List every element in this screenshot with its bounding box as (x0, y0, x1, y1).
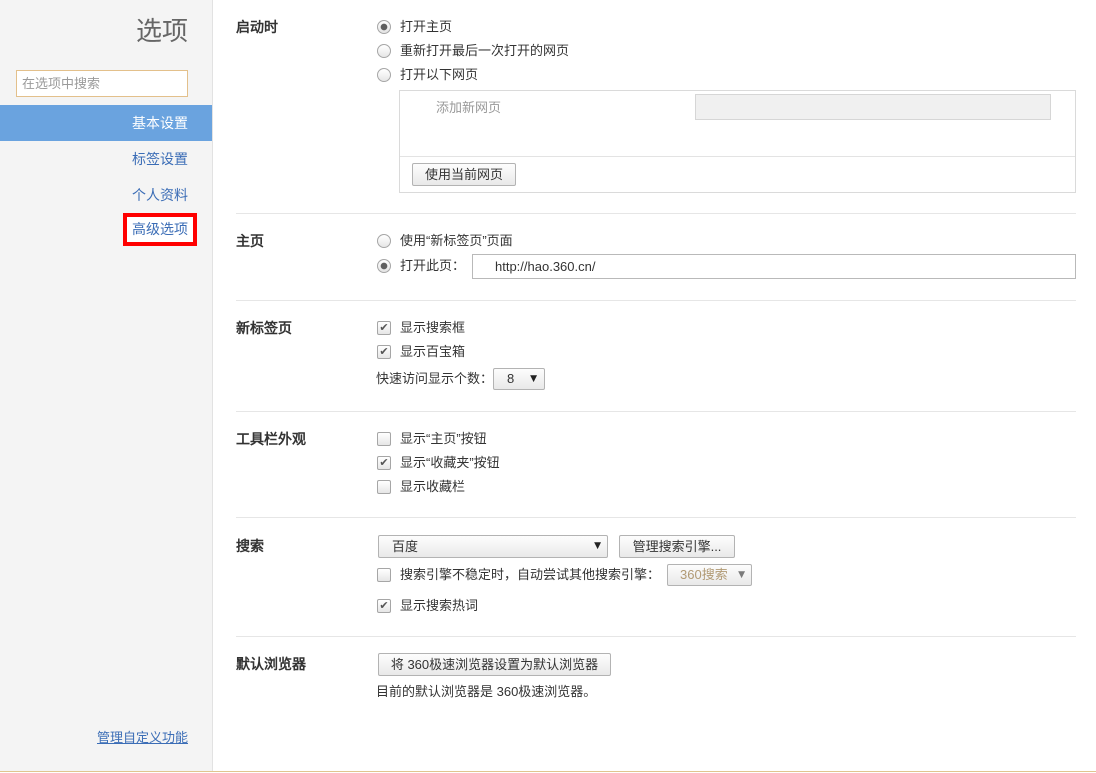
set-default-browser-button[interactable]: 将 360极速浏览器设置为默认浏览器 (378, 653, 611, 676)
startup-pages-box: 添加新网页 使用当前网页 (399, 90, 1076, 193)
section-divider (236, 213, 1076, 214)
section-divider (236, 411, 1076, 412)
section-label-default-browser: 默认浏览器 (236, 656, 306, 672)
homepage-new-tab-radio[interactable] (377, 234, 391, 248)
checkbox-control: ✔ (377, 321, 391, 335)
startup-restore-radio[interactable] (377, 44, 391, 58)
manage-custom-features-link[interactable]: 管理自定义功能 (97, 729, 188, 747)
checkbox-control: ✔ (377, 480, 391, 494)
section-divider (236, 300, 1076, 301)
bottom-border (0, 771, 1096, 772)
nav-item-basic-settings[interactable]: 基本设置 (0, 105, 212, 141)
homepage-open-page-radio[interactable] (377, 259, 391, 273)
show-search-box-checkbox[interactable] (377, 321, 391, 335)
default-browser-status: 目前的默认浏览器是 360极速浏览器。 (376, 684, 597, 699)
nav-item-tab-settings[interactable]: 标签设置 (0, 141, 212, 177)
checkbox-control: ✔ (377, 345, 391, 359)
section-label-new-tab: 新标签页 (236, 320, 292, 336)
quick-access-count-select[interactable]: 8 ▼ (493, 368, 545, 390)
show-toolbox-checkbox[interactable] (377, 345, 391, 359)
checkbox-control: ✔ (377, 599, 391, 613)
show-favorites-bar-checkbox[interactable] (377, 480, 391, 494)
fallback-engine-select[interactable]: 360搜索 ▼ (667, 564, 752, 586)
homepage-option-open-page[interactable]: 打开此页： (376, 257, 465, 275)
options-search-input[interactable] (16, 70, 188, 97)
option-label: 显示搜索框 (400, 320, 466, 335)
startup-option-open-pages[interactable]: 打开以下网页 (376, 66, 478, 84)
select-value: 8 (507, 371, 515, 386)
option-label: 打开以下网页 (400, 67, 479, 82)
radio-control (377, 44, 391, 58)
dropdown-arrow-icon: ▼ (530, 374, 537, 384)
show-hot-words-checkbox[interactable] (377, 599, 391, 613)
show-home-button-checkbox[interactable] (377, 432, 391, 446)
search-engine-select[interactable]: 百度 ▼ (378, 535, 608, 558)
select-value: 360搜索 (680, 567, 728, 582)
homepage-option-new-tab[interactable]: 使用“新标签页”页面 (376, 232, 513, 250)
nav-item-advanced-options[interactable]: 高级选项 (0, 213, 212, 249)
quick-access-count-label: 快速访问显示个数： (376, 371, 494, 386)
option-label: 显示“收藏夹”按钮 (400, 455, 500, 470)
toolbar-show-home-button[interactable]: ✔ 显示“主页”按钮 (376, 430, 487, 448)
new-tab-show-toolbox[interactable]: ✔ 显示百宝箱 (376, 343, 465, 361)
section-label-startup: 启动时 (236, 19, 278, 35)
dropdown-arrow-icon: ▼ (738, 570, 745, 580)
select-value: 百度 (392, 539, 419, 554)
section-divider (236, 636, 1076, 637)
nav-item-label: 个人资料 (132, 187, 188, 203)
divider (400, 156, 1075, 157)
radio-control (377, 259, 391, 273)
nav-item-label: 基本设置 (132, 115, 188, 131)
startup-homepage-radio[interactable] (377, 20, 391, 34)
startup-option-restore-last[interactable]: 重新打开最后一次打开的网页 (376, 42, 569, 60)
sidebar: 选项 基本设置 标签设置 个人资料 高级选项 管理自定义功能 (0, 0, 213, 771)
option-label: 显示百宝箱 (400, 344, 466, 359)
section-label-homepage: 主页 (236, 233, 264, 249)
radio-control (377, 234, 391, 248)
option-label: 重新打开最后一次打开的网页 (400, 43, 570, 58)
section-label-search: 搜索 (236, 538, 264, 554)
toolbar-show-favorites-button[interactable]: ✔ 显示“收藏夹”按钮 (376, 454, 500, 472)
show-favorites-button-checkbox[interactable] (377, 456, 391, 470)
manage-search-engines-button[interactable]: 管理搜索引擎... (619, 535, 735, 558)
dropdown-arrow-icon: ▼ (594, 541, 601, 551)
option-label: 显示“主页”按钮 (400, 431, 487, 446)
section-label-toolbar: 工具栏外观 (236, 431, 306, 447)
checkbox-control: ✔ (377, 568, 391, 582)
sidebar-title: 选项 (135, 16, 188, 46)
option-label: 打开主页 (400, 19, 453, 34)
checkbox-control: ✔ (377, 432, 391, 446)
option-label: 显示收藏栏 (400, 479, 466, 494)
startup-option-open-homepage[interactable]: 打开主页 (376, 18, 452, 36)
homepage-url-input[interactable] (472, 254, 1076, 279)
add-new-page-label: 添加新网页 (436, 100, 502, 115)
option-label: 使用“新标签页”页面 (400, 233, 513, 248)
search-fallback-option[interactable]: ✔ 搜索引擎不稳定时，自动尝试其他搜索引擎： (376, 566, 660, 584)
radio-control (377, 68, 391, 82)
nav-item-profile[interactable]: 个人资料 (0, 177, 212, 213)
checkbox-control: ✔ (377, 456, 391, 470)
option-label: 搜索引擎不稳定时，自动尝试其他搜索引擎： (400, 567, 661, 582)
toolbar-show-favorites-bar[interactable]: ✔ 显示收藏栏 (376, 478, 465, 496)
option-label: 打开此页： (400, 258, 466, 273)
section-divider (236, 517, 1076, 518)
new-tab-show-search-box[interactable]: ✔ 显示搜索框 (376, 319, 465, 337)
radio-control (377, 20, 391, 34)
add-new-page-input[interactable] (695, 94, 1051, 120)
startup-pages-radio[interactable] (377, 68, 391, 82)
search-fallback-checkbox[interactable] (377, 568, 391, 582)
nav-item-label: 高级选项 (123, 213, 197, 246)
search-hot-words-option[interactable]: ✔ 显示搜索热词 (376, 597, 478, 615)
use-current-pages-button[interactable]: 使用当前网页 (412, 163, 516, 186)
option-label: 显示搜索热词 (400, 598, 479, 613)
nav-item-label: 标签设置 (132, 151, 188, 167)
